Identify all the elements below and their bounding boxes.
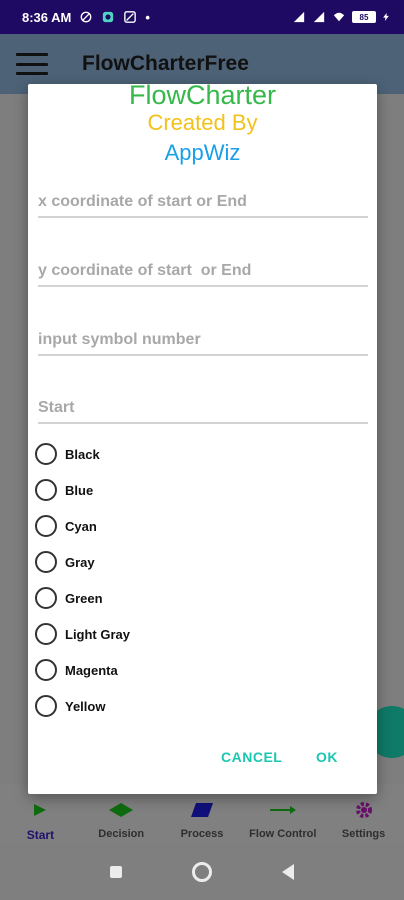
- gear-icon: [355, 802, 372, 818]
- cancel-button[interactable]: CANCEL: [221, 749, 282, 765]
- radio-button[interactable]: [35, 695, 57, 717]
- radio-button[interactable]: [35, 515, 57, 537]
- blocked-notification-icon: [124, 11, 137, 23]
- symbol-number-input[interactable]: [38, 326, 368, 356]
- wifi-icon: [333, 12, 345, 22]
- app-title: FlowCharterFree: [82, 52, 249, 75]
- radio-label: Blue: [65, 482, 94, 498]
- nav-label: Flow Control: [249, 828, 317, 840]
- back-icon[interactable]: [282, 864, 294, 880]
- cell-signal-icon: [293, 11, 305, 23]
- radio-button[interactable]: [35, 443, 57, 465]
- nav-label: Start: [26, 828, 55, 842]
- radio-option-cyan[interactable]: Cyan: [35, 513, 97, 539]
- radio-button[interactable]: [35, 551, 57, 573]
- system-nav-bar: [0, 844, 404, 900]
- app-notification-icon: [103, 11, 114, 23]
- nav-label: Process: [180, 828, 224, 840]
- radio-option-magenta[interactable]: Magenta: [35, 657, 118, 683]
- cell-signal-2-icon: [313, 11, 325, 23]
- radio-option-blue[interactable]: Blue: [35, 477, 93, 503]
- radio-option-light-gray[interactable]: Light Gray: [35, 621, 130, 647]
- radio-label: Yellow: [65, 698, 106, 714]
- y-coordinate-input[interactable]: [38, 257, 368, 287]
- radio-label: Black: [65, 446, 100, 462]
- home-icon[interactable]: [192, 862, 212, 882]
- dialog-title: FlowCharter: [128, 80, 277, 110]
- status-time: 8:36 AM: [22, 9, 72, 25]
- radio-option-yellow[interactable]: Yellow: [35, 693, 105, 719]
- battery-icon: 85: [352, 11, 376, 23]
- symbol-text-input[interactable]: [38, 394, 368, 424]
- dialog-subtitle: Created By: [147, 110, 258, 135]
- radio-option-black[interactable]: Black: [35, 441, 100, 467]
- parallelogram-icon: [190, 803, 213, 817]
- symbol-dialog: FlowCharter Created By AppWiz Black Blue…: [28, 80, 377, 794]
- ok-button[interactable]: OK: [316, 749, 338, 765]
- radio-option-green[interactable]: Green: [35, 585, 103, 611]
- radio-label: Cyan: [65, 518, 97, 534]
- radio-option-gray[interactable]: Gray: [35, 549, 95, 575]
- menu-icon[interactable]: [16, 53, 48, 75]
- arrow-right-icon: [269, 806, 296, 814]
- radio-label: Gray: [65, 554, 95, 570]
- radio-label: Green: [65, 590, 103, 606]
- nav-label: Decision: [98, 828, 145, 840]
- radio-label: Light Gray: [65, 626, 131, 642]
- recents-icon[interactable]: [110, 866, 122, 878]
- status-bar: 8:36 AM • 85: [0, 0, 404, 34]
- radio-button[interactable]: [35, 479, 57, 501]
- do-not-disturb-icon: [80, 11, 92, 23]
- radio-button[interactable]: [35, 623, 57, 645]
- more-notifications-icon: •: [145, 9, 150, 25]
- diamond-icon: [109, 803, 134, 817]
- radio-label: Magenta: [65, 662, 118, 678]
- x-coordinate-input[interactable]: [38, 188, 368, 218]
- dialog-author: AppWiz: [164, 140, 241, 165]
- radio-button[interactable]: [35, 587, 57, 609]
- radio-button[interactable]: [35, 659, 57, 681]
- play-triangle-icon: [34, 804, 47, 816]
- nav-label: Settings: [341, 828, 386, 840]
- charging-bolt-icon: [383, 13, 389, 21]
